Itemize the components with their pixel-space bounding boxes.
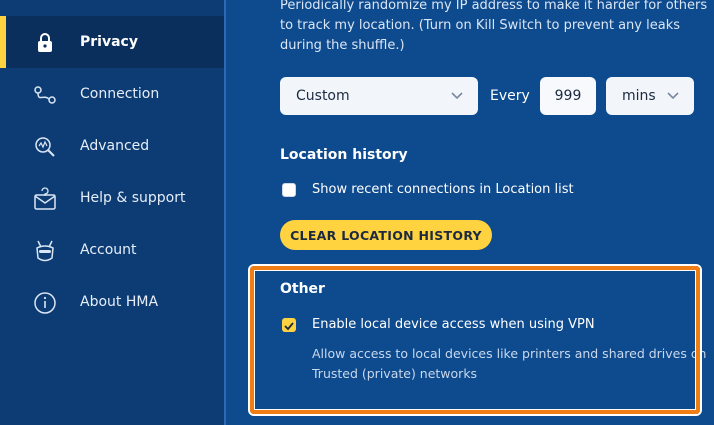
lock-icon: [32, 30, 58, 56]
sidebar-item-label: Privacy: [80, 34, 138, 50]
sidebar-item-label: Connection: [80, 86, 160, 102]
connection-icon: [32, 82, 58, 108]
location-history-title: Location history: [280, 147, 408, 163]
every-label: Every: [490, 88, 530, 104]
interval-unit-select[interactable]: mins: [606, 77, 694, 115]
advanced-search-icon: [32, 134, 58, 160]
sidebar-item-label: Account: [80, 242, 137, 258]
sidebar: Privacy Connection Advanced Help & suppo…: [0, 0, 224, 425]
info-icon: [32, 290, 58, 316]
donkey-mask-icon: [32, 238, 58, 264]
chevron-down-icon: [450, 88, 464, 102]
interval-number-input[interactable]: 999: [540, 77, 596, 115]
mail-help-icon: [32, 186, 58, 212]
show-recent-connections-label: Show recent connections in Location list: [312, 182, 574, 197]
shuffle-mode-value: Custom: [296, 88, 350, 104]
sidebar-item-label: Advanced: [80, 138, 150, 154]
sidebar-item-help-support[interactable]: Help & support: [0, 172, 224, 224]
shuffle-mode-select[interactable]: Custom: [280, 77, 478, 115]
sidebar-item-connection[interactable]: Connection: [0, 68, 224, 120]
sidebar-item-advanced[interactable]: Advanced: [0, 120, 224, 172]
sidebar-item-label: About HMA: [80, 294, 159, 310]
sidebar-item-privacy[interactable]: Privacy: [0, 16, 224, 68]
show-recent-connections-checkbox[interactable]: [282, 183, 296, 197]
chevron-down-icon: [666, 88, 680, 102]
other-section-highlight: [250, 266, 700, 414]
sidebar-item-about[interactable]: About HMA: [0, 276, 224, 328]
sidebar-item-label: Help & support: [80, 190, 186, 206]
interval-unit-value: mins: [622, 88, 656, 104]
sidebar-item-account[interactable]: Account: [0, 224, 224, 276]
clear-location-history-button[interactable]: CLEAR LOCATION HISTORY: [280, 220, 492, 250]
ip-shuffle-description: Periodically randomize my IP address to …: [280, 0, 708, 53]
